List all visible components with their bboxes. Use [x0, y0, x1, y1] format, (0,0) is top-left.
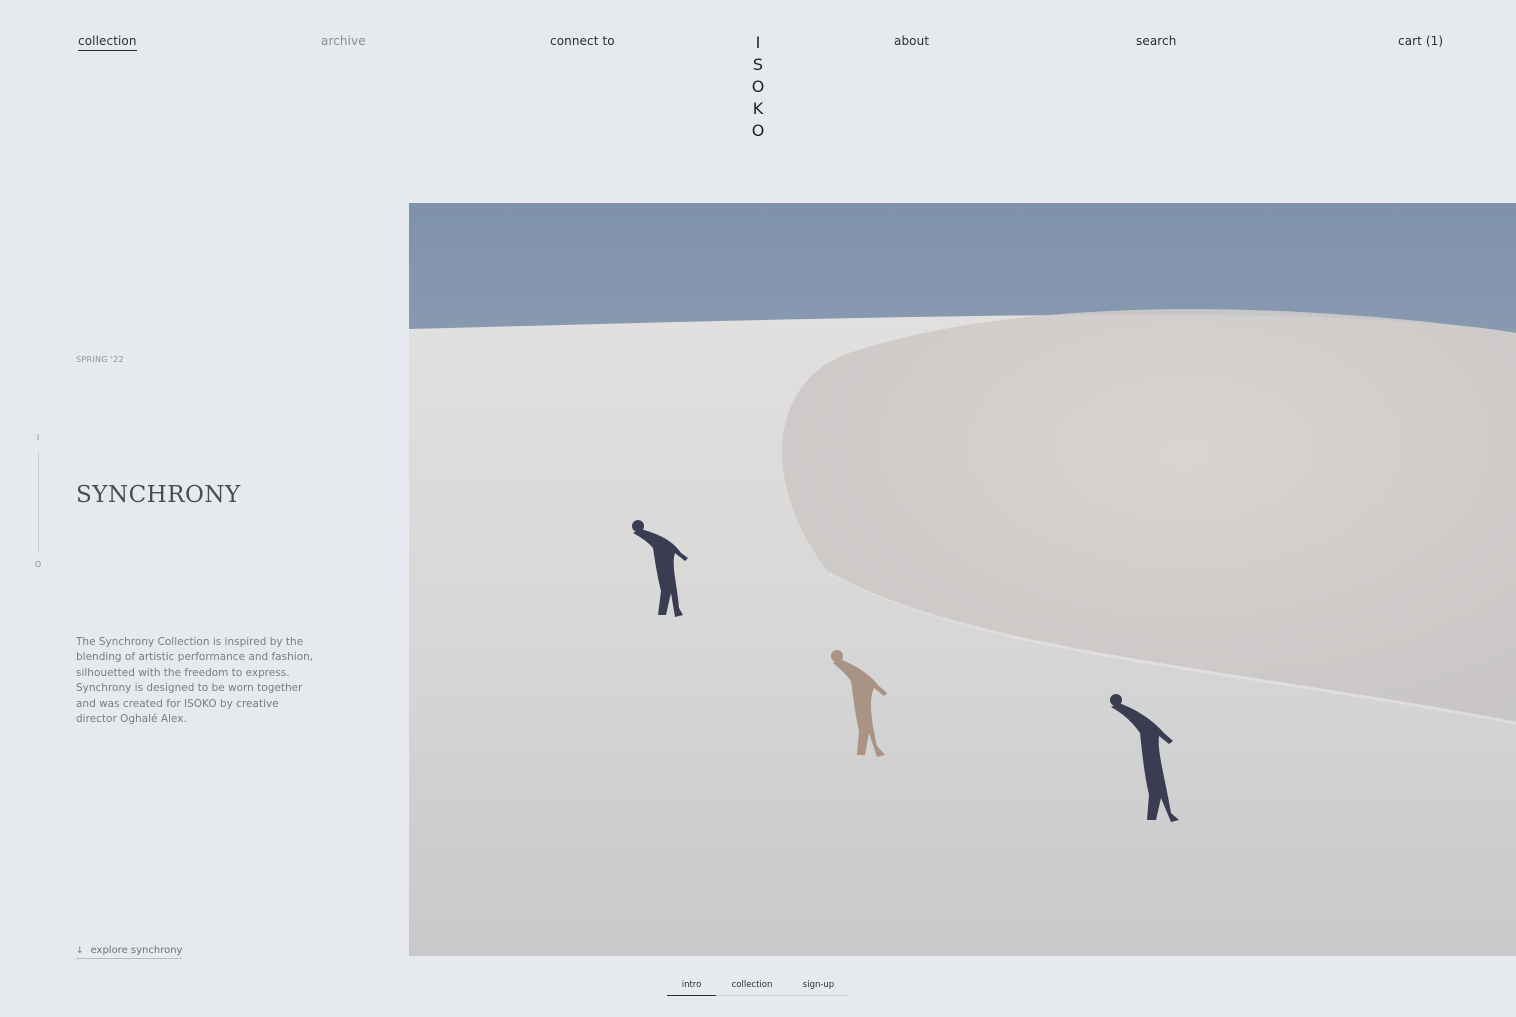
arrow-down-icon: ↓	[76, 945, 84, 956]
explore-label: explore synchrony	[90, 945, 183, 956]
pager-current: I	[36, 433, 40, 442]
nav-about-link[interactable]: about	[894, 34, 929, 48]
logo-letter: I	[755, 33, 761, 52]
logo-letter: O	[751, 121, 765, 140]
tab-intro[interactable]: intro	[667, 978, 716, 996]
pager-total: O	[34, 560, 42, 569]
section-tabs: intro collection sign-up	[667, 978, 849, 996]
nav-archive-link[interactable]: archive	[321, 34, 366, 48]
nav-cart-link[interactable]: cart (1)	[1398, 34, 1443, 48]
nav-collection-link[interactable]: collection	[78, 34, 137, 51]
logo-letter: S	[752, 55, 764, 74]
collection-title: SYNCHRONY	[76, 482, 241, 508]
hero-image	[409, 203, 1516, 956]
nav-connect-link[interactable]: connect to	[550, 34, 615, 48]
isoko-logo[interactable]: I S O K O	[749, 32, 767, 142]
season-label: SPRING '22	[76, 355, 124, 364]
pager-line	[37, 452, 39, 552]
logo-letter: K	[752, 99, 764, 118]
logo-letter: O	[751, 77, 765, 96]
tab-collection[interactable]: collection	[716, 978, 788, 996]
explore-synchrony-link[interactable]: ↓ explore synchrony	[76, 945, 183, 959]
slide-pager: I O	[34, 433, 42, 569]
tab-sign-up[interactable]: sign-up	[788, 978, 849, 996]
nav-search-link[interactable]: search	[1136, 34, 1176, 48]
collection-description: The Synchrony Collection is inspired by …	[76, 636, 314, 726]
